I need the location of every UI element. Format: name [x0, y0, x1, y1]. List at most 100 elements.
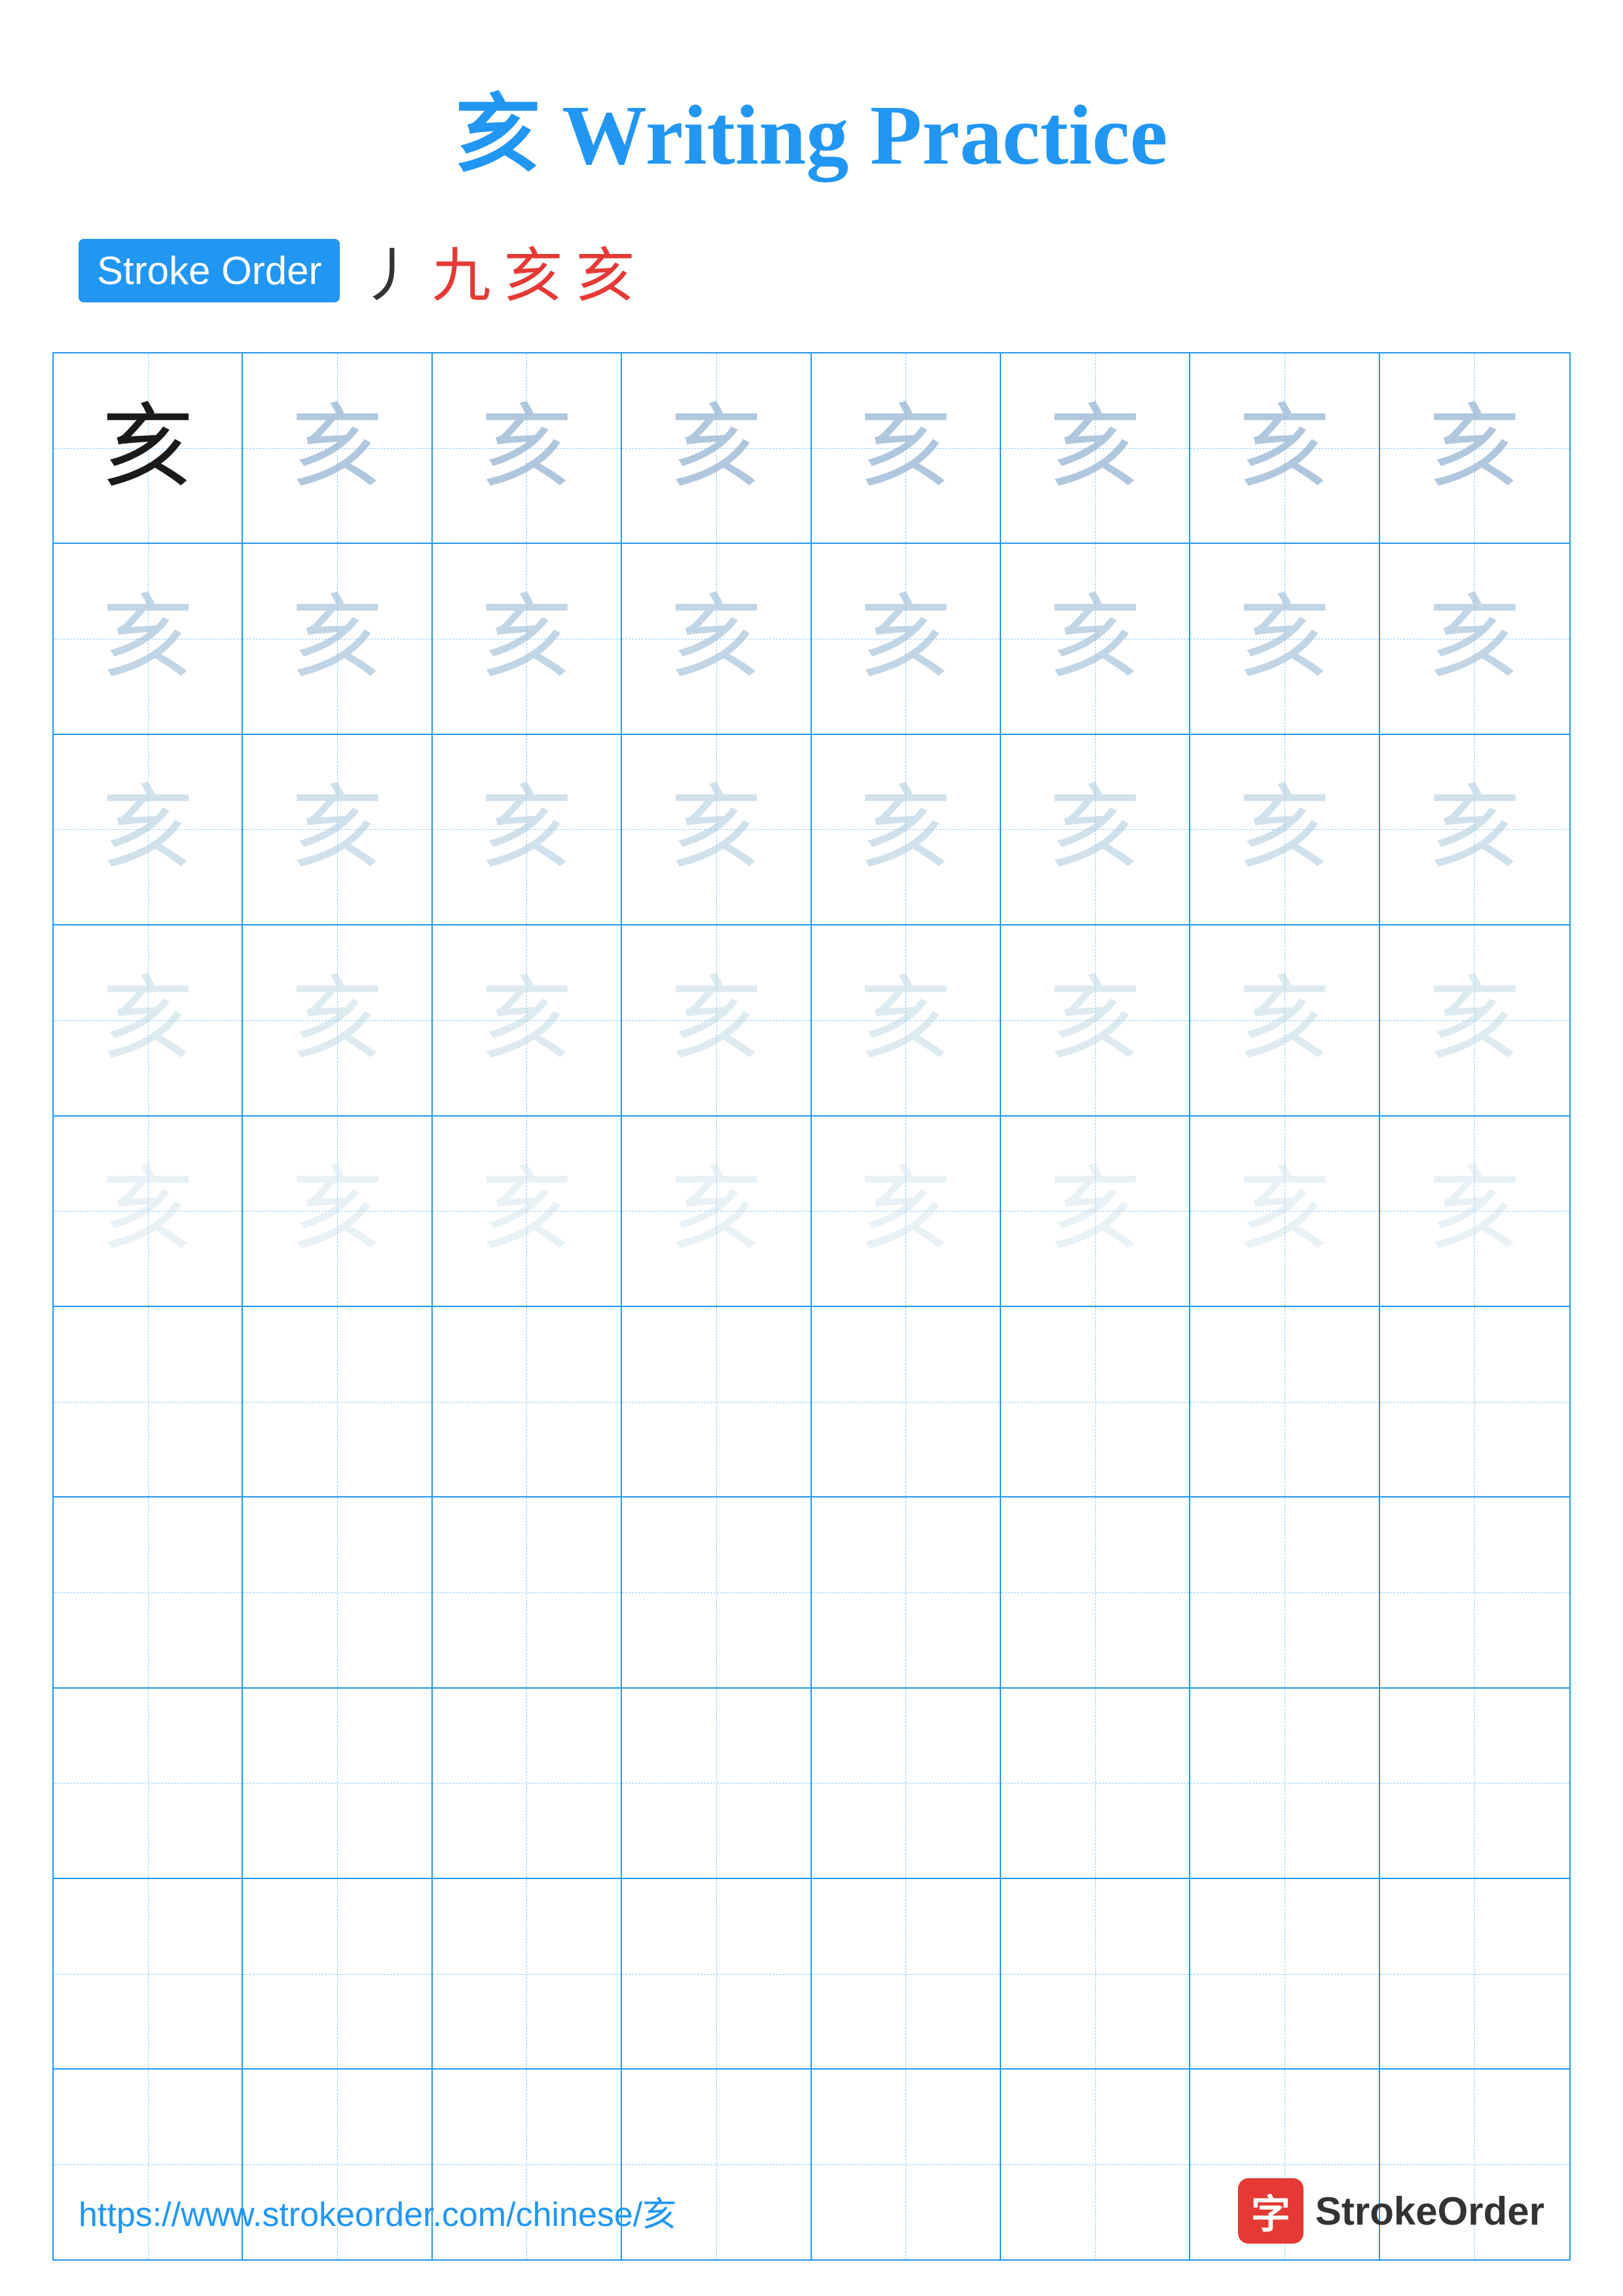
grid-cell[interactable]: 亥 [812, 544, 1001, 733]
grid-cell[interactable]: 亥 [622, 353, 811, 543]
practice-char: 亥 [1239, 593, 1330, 685]
grid-cell[interactable]: 亥 [243, 353, 432, 543]
grid-cell[interactable] [812, 1307, 1001, 1496]
grid-cell[interactable]: 亥 [433, 353, 622, 543]
grid-cell[interactable] [812, 1498, 1001, 1687]
grid-cell[interactable]: 亥 [812, 925, 1001, 1115]
grid-cell[interactable]: 亥 [243, 735, 432, 924]
grid-cell[interactable] [243, 1498, 432, 1687]
grid-cell[interactable]: 亥 [622, 544, 811, 733]
grid-cell[interactable]: 亥 [433, 544, 622, 733]
grid-cell[interactable]: 亥 [54, 544, 243, 733]
practice-grid: 亥 亥 亥 亥 亥 亥 亥 亥 亥 亥 亥 亥 亥 亥 亥 亥 亥 亥 亥 亥 … [52, 352, 1571, 2261]
grid-cell[interactable] [433, 1307, 622, 1496]
grid-cell[interactable] [1380, 1689, 1569, 1878]
grid-cell[interactable]: 亥 [1001, 925, 1190, 1115]
grid-cell[interactable]: 亥 [54, 353, 243, 543]
grid-cell[interactable] [54, 1307, 243, 1496]
grid-cell[interactable] [54, 1879, 243, 2068]
grid-cell[interactable]: 亥 [1001, 1117, 1190, 1306]
grid-cell[interactable] [1001, 1879, 1190, 2068]
logo-char: 字 [1251, 2183, 1290, 2240]
grid-row: 亥 亥 亥 亥 亥 亥 亥 亥 [54, 353, 1569, 544]
practice-char: 亥 [860, 593, 951, 685]
grid-cell[interactable]: 亥 [1190, 1117, 1379, 1306]
grid-cell[interactable] [1190, 1879, 1379, 2068]
grid-cell[interactable]: 亥 [1380, 544, 1569, 733]
grid-cell[interactable]: 亥 [54, 735, 243, 924]
grid-cell[interactable]: 亥 [243, 925, 432, 1115]
grid-cell[interactable]: 亥 [1190, 544, 1379, 733]
footer-url[interactable]: https://www.strokeorder.com/chinese/亥 [79, 2187, 676, 2236]
grid-cell[interactable] [1190, 1498, 1379, 1687]
grid-cell[interactable]: 亥 [243, 544, 432, 733]
grid-cell[interactable]: 亥 [54, 1117, 243, 1306]
grid-cell[interactable] [1190, 1307, 1379, 1496]
grid-row-empty [54, 1498, 1569, 1688]
grid-cell[interactable] [1001, 1307, 1190, 1496]
grid-cell[interactable] [1380, 1498, 1569, 1687]
grid-cell[interactable]: 亥 [243, 1117, 432, 1306]
grid-cell[interactable] [622, 1498, 811, 1687]
grid-cell[interactable] [812, 1689, 1001, 1878]
grid-cell[interactable] [1001, 1689, 1190, 1878]
stroke-1: 丿 [359, 228, 418, 313]
grid-cell[interactable] [243, 1307, 432, 1496]
grid-cell[interactable] [243, 1689, 432, 1878]
grid-cell[interactable]: 亥 [1380, 1117, 1569, 1306]
grid-cell[interactable]: 亥 [1380, 735, 1569, 924]
grid-cell[interactable]: 亥 [1380, 353, 1569, 543]
grid-row-empty [54, 1307, 1569, 1498]
grid-cell[interactable] [812, 1879, 1001, 2068]
practice-char: 亥 [670, 403, 762, 494]
practice-char: 亥 [860, 975, 951, 1066]
grid-cell[interactable]: 亥 [1001, 353, 1190, 543]
grid-cell[interactable] [622, 1307, 811, 1496]
grid-cell[interactable]: 亥 [1001, 544, 1190, 733]
grid-cell[interactable]: 亥 [622, 735, 811, 924]
grid-cell[interactable] [433, 1498, 622, 1687]
grid-cell[interactable]: 亥 [433, 1117, 622, 1306]
grid-cell[interactable] [622, 1879, 811, 2068]
grid-cell[interactable]: 亥 [433, 925, 622, 1115]
practice-char: 亥 [1239, 403, 1330, 494]
grid-cell[interactable] [622, 1689, 811, 1878]
grid-cell[interactable]: 亥 [1001, 735, 1190, 924]
grid-cell[interactable] [1380, 1879, 1569, 2068]
grid-row: 亥 亥 亥 亥 亥 亥 亥 亥 [54, 735, 1569, 925]
grid-cell[interactable] [54, 1498, 243, 1687]
practice-char: 亥 [291, 593, 383, 685]
grid-cell[interactable] [1380, 1307, 1569, 1496]
grid-cell[interactable]: 亥 [54, 925, 243, 1115]
stroke-order-chars: 丿 九 亥 亥 [359, 228, 634, 313]
grid-cell[interactable] [1190, 1689, 1379, 1878]
grid-cell[interactable] [1001, 1498, 1190, 1687]
practice-char: 亥 [102, 783, 194, 875]
practice-char: 亥 [1239, 783, 1330, 875]
grid-cell[interactable]: 亥 [622, 1117, 811, 1306]
grid-cell[interactable] [433, 1689, 622, 1878]
grid-cell[interactable] [54, 1689, 243, 1878]
grid-cell[interactable]: 亥 [622, 925, 811, 1115]
grid-cell[interactable]: 亥 [1380, 925, 1569, 1115]
grid-cell[interactable]: 亥 [1190, 735, 1379, 924]
grid-row: 亥 亥 亥 亥 亥 亥 亥 亥 [54, 1117, 1569, 1307]
grid-cell[interactable] [433, 1879, 622, 2068]
grid-cell[interactable] [243, 1879, 432, 2068]
practice-char: 亥 [670, 783, 762, 875]
practice-char: 亥 [860, 783, 951, 875]
practice-char: 亥 [1049, 783, 1141, 875]
grid-cell[interactable]: 亥 [812, 1117, 1001, 1306]
grid-cell[interactable]: 亥 [433, 735, 622, 924]
practice-char: 亥 [481, 403, 572, 494]
practice-char: 亥 [291, 403, 383, 494]
footer: https://www.strokeorder.com/chinese/亥 字 … [0, 2178, 1623, 2244]
grid-row: 亥 亥 亥 亥 亥 亥 亥 亥 [54, 544, 1569, 734]
grid-cell[interactable]: 亥 [1190, 925, 1379, 1115]
practice-char: 亥 [481, 1165, 572, 1257]
grid-cell[interactable]: 亥 [1190, 353, 1379, 543]
grid-row-empty [54, 1879, 1569, 2070]
grid-cell[interactable]: 亥 [812, 735, 1001, 924]
practice-char: 亥 [1429, 1165, 1520, 1257]
grid-cell[interactable]: 亥 [812, 353, 1001, 543]
